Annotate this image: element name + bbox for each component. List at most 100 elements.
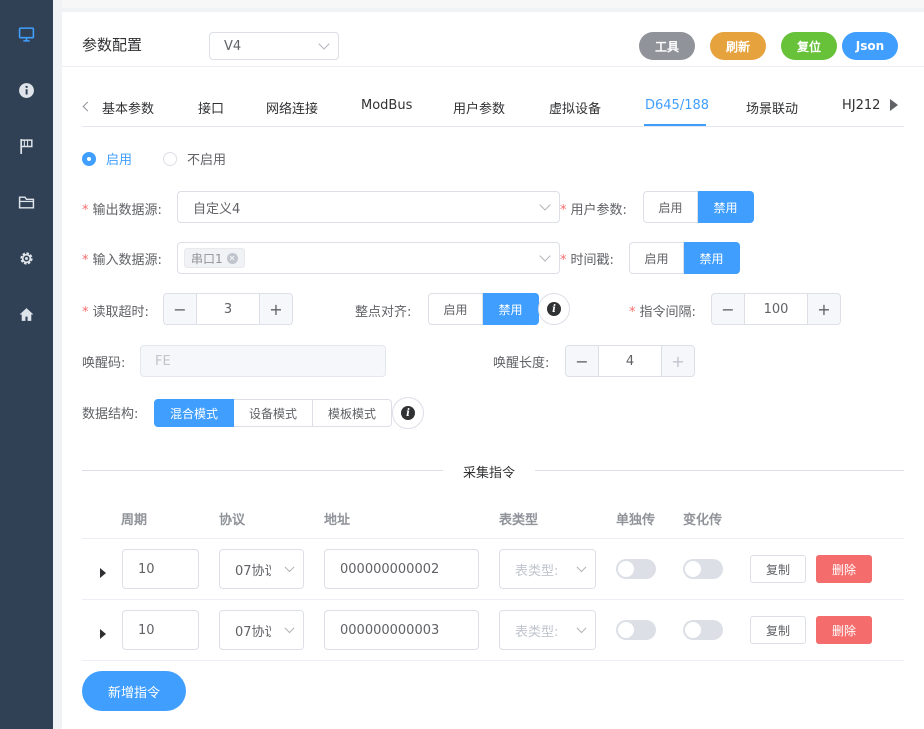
page-title: 参数配置 [82, 36, 143, 54]
user-params-toggle: 启用 禁用 [643, 191, 754, 223]
version-value: V4 [224, 38, 242, 54]
top-strip [62, 0, 924, 8]
period-input[interactable]: 10 [122, 549, 199, 589]
tab-bar: 基本参数 接口 网络连接 ModBus 用户参数 虚拟设备 D645/188 场… [62, 90, 924, 130]
col-change: 变化传 [683, 513, 723, 528]
sidebar-item-settings[interactable] [0, 238, 53, 278]
config-card: 参数配置 V4 工具 刷新 复位 Json 基本参数 接口 网络连接 ModBu… [62, 12, 924, 729]
sidebar-item-info[interactable] [0, 70, 53, 110]
data-struct-mixed[interactable]: 混合模式 [154, 399, 234, 427]
single-switch[interactable] [616, 620, 656, 640]
change-switch[interactable] [683, 620, 723, 640]
align-enable[interactable]: 启用 [428, 293, 483, 325]
radio-enable[interactable]: 启用 [82, 149, 132, 168]
wake-code-input[interactable]: FE [140, 345, 386, 377]
col-address: 地址 [324, 513, 351, 528]
radio-dot [82, 151, 96, 166]
copy-button[interactable]: 复制 [750, 616, 806, 644]
cmd-interval-value[interactable]: 100 [745, 294, 807, 324]
protocol-select[interactable]: 07协议 [219, 610, 304, 650]
refresh-button[interactable]: 刷新 [710, 32, 766, 60]
output-source-value: 自定义4 [193, 201, 241, 217]
user-params-disable[interactable]: 禁用 [698, 191, 754, 223]
info-icon: i [401, 406, 415, 420]
radio-dot [163, 151, 177, 166]
plus-icon[interactable]: + [807, 294, 840, 324]
sidebar-item-flag[interactable] [0, 126, 53, 166]
wake-length-value[interactable]: 4 [599, 346, 661, 376]
radio-enable-label: 启用 [106, 153, 133, 168]
close-icon[interactable]: ✕ [226, 252, 238, 264]
add-command-button[interactable]: 新增指令 [82, 671, 186, 711]
tab-active-bar [644, 124, 706, 126]
caret-right-icon[interactable] [100, 568, 106, 578]
meter-type-select[interactable]: 表类型: [499, 610, 596, 650]
delete-button[interactable]: 删除 [816, 555, 872, 583]
minus-icon[interactable]: − [164, 294, 197, 324]
minus-icon[interactable]: − [566, 346, 599, 376]
align-disable[interactable]: 禁用 [483, 293, 539, 325]
period-input[interactable]: 10 [122, 610, 199, 650]
read-timeout-value[interactable]: 3 [197, 294, 259, 324]
timestamp-enable[interactable]: 启用 [629, 242, 684, 274]
read-timeout-stepper: − 3 + [163, 293, 293, 325]
row-divider [82, 599, 904, 600]
tab-network[interactable]: 网络连接 [266, 98, 318, 117]
reset-button[interactable]: 复位 [781, 32, 837, 60]
data-struct-device[interactable]: 设备模式 [234, 399, 313, 427]
data-struct-label: 数据结构: [82, 407, 139, 422]
plus-icon[interactable]: + [259, 294, 292, 324]
sidebar-item-folder[interactable] [0, 182, 53, 222]
json-button[interactable]: Json [842, 32, 898, 60]
address-input[interactable]: 000000000002 [324, 549, 479, 589]
tab-hj212[interactable]: HJ212 [842, 98, 880, 113]
tabs-divider [82, 126, 904, 127]
col-single: 单独传 [616, 513, 656, 528]
copy-button[interactable]: 复制 [750, 555, 806, 583]
collect-title: 采集指令 [443, 462, 536, 481]
tab-user-params[interactable]: 用户参数 [453, 98, 505, 117]
chevron-left-icon[interactable] [82, 101, 93, 112]
data-struct-template[interactable]: 模板模式 [313, 399, 392, 427]
cmd-interval-stepper: − 100 + [711, 293, 841, 325]
version-select[interactable]: V4 [209, 32, 339, 60]
tab-d645[interactable]: D645/188 [645, 98, 709, 113]
col-protocol: 协议 [219, 513, 246, 528]
align-info-button[interactable]: i [538, 293, 570, 325]
input-source-label: * 输入数据源: [82, 253, 162, 268]
sidebar-item-monitor[interactable] [0, 14, 53, 54]
chevron-down-icon [539, 250, 551, 262]
align-toggle: 启用 禁用 [428, 293, 539, 325]
tab-basic[interactable]: 基本参数 [102, 98, 154, 117]
data-struct-info-button[interactable]: i [392, 397, 424, 429]
meter-type-select[interactable]: 表类型: [499, 549, 596, 589]
change-switch[interactable] [683, 559, 723, 579]
info-icon: i [547, 302, 561, 316]
radio-disable[interactable]: 不启用 [163, 149, 226, 168]
tab-virtual-device[interactable]: 虚拟设备 [549, 98, 601, 117]
caret-right-icon[interactable] [100, 629, 106, 639]
wake-length-label: 唤醒长度: [493, 356, 550, 371]
user-params-enable[interactable]: 启用 [643, 191, 698, 223]
cmd-interval-label: * 指令间隔: [629, 305, 696, 320]
tab-modbus[interactable]: ModBus [361, 98, 412, 113]
tab-scene[interactable]: 场景联动 [746, 98, 798, 117]
timestamp-toggle: 启用 禁用 [629, 242, 740, 274]
address-input[interactable]: 000000000003 [324, 610, 479, 650]
gear-icon [20, 251, 33, 265]
plus-icon[interactable]: + [661, 346, 694, 376]
output-source-select[interactable]: 自定义4 [177, 191, 560, 223]
minus-icon[interactable]: − [712, 294, 745, 324]
flag-icon [20, 138, 33, 154]
sidebar [0, 0, 53, 729]
protocol-select[interactable]: 07协议 [219, 549, 304, 589]
sidebar-item-home[interactable] [0, 294, 53, 334]
tools-button[interactable]: 工具 [639, 32, 695, 60]
col-meter-type: 表类型 [499, 513, 539, 528]
delete-button[interactable]: 删除 [816, 616, 872, 644]
single-switch[interactable] [616, 559, 656, 579]
timestamp-disable[interactable]: 禁用 [684, 242, 740, 274]
tab-interface[interactable]: 接口 [198, 98, 224, 117]
caret-right-icon[interactable] [890, 99, 898, 111]
input-source-select[interactable]: 串口1 ✕ [177, 242, 560, 274]
